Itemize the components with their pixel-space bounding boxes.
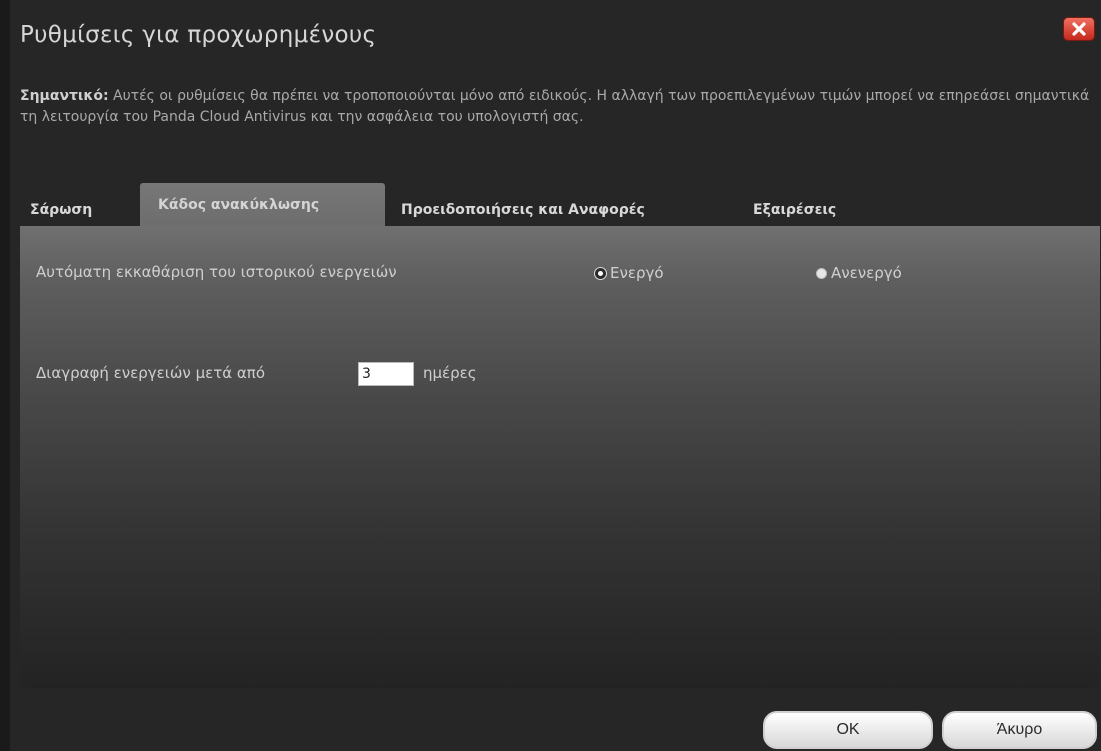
window-edge: [0, 0, 10, 751]
tab-exclusions[interactable]: Εξαιρέσεις: [743, 193, 887, 227]
radio-disabled-label: Ανενεργό: [831, 264, 902, 282]
delete-after-label: Διαγραφή ενεργειών μετά από: [36, 364, 265, 382]
close-icon: [1071, 22, 1087, 36]
dialog-title: Ρυθμίσεις για προχωρημένους: [20, 22, 377, 48]
days-unit-label: ημέρες: [423, 364, 477, 382]
radio-disabled[interactable]: Ανενεργό: [816, 264, 902, 282]
days-input[interactable]: [358, 362, 414, 386]
radio-unselected-icon: [816, 267, 827, 279]
tab-recycle-bin[interactable]: Κάδος ανακύκλωσης: [140, 183, 385, 227]
recycle-bin-panel: [20, 226, 1100, 688]
tab-bar: Σάρωση Κάδος ανακύκλωσης Προειδοποιήσεις…: [20, 183, 893, 227]
radio-selected-icon: [595, 267, 606, 279]
radio-enabled[interactable]: Ενεργό: [595, 264, 664, 282]
advanced-settings-dialog: Ρυθμίσεις για προχωρημένους Σημαντικό: Α…: [0, 0, 1101, 751]
radio-enabled-label: Ενεργό: [610, 264, 664, 282]
notice-bold-label: Σημαντικό:: [20, 88, 109, 104]
cancel-button[interactable]: Άκυρο: [942, 711, 1097, 749]
notice-text: Αυτές οι ρυθμίσεις θα πρέπει να τροποποι…: [20, 88, 1090, 125]
close-button[interactable]: [1063, 17, 1095, 41]
warning-notice: Σημαντικό: Αυτές οι ρυθμίσεις θα πρέπει …: [20, 86, 1090, 128]
tab-alerts-reports[interactable]: Προειδοποιήσεις και Αναφορές: [391, 193, 737, 227]
tab-scan[interactable]: Σάρωση: [20, 193, 134, 227]
auto-clear-label: Αυτόματη εκκαθάριση του ιστορικού ενεργε…: [36, 263, 397, 281]
ok-button[interactable]: OK: [763, 711, 933, 749]
